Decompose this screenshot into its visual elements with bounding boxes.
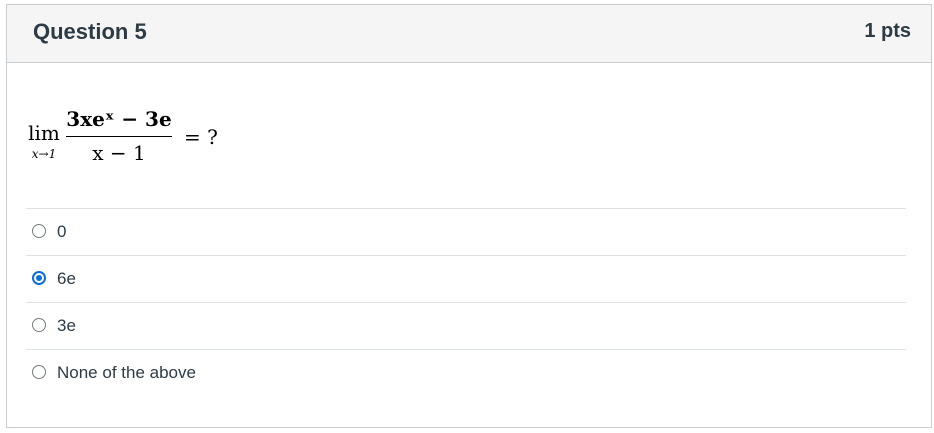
- question-header: Question 5 1 pts: [7, 5, 931, 63]
- fraction-bar: [66, 136, 172, 137]
- fraction: 3xeˣ − 3e x − 1: [66, 104, 172, 165]
- answer-label[interactable]: 3e: [57, 316, 76, 336]
- answer-option[interactable]: None of the above: [26, 349, 906, 396]
- answer-list: 0 6e 3e None of the above: [26, 208, 906, 396]
- formula-rhs: = ?: [184, 125, 218, 149]
- question-formula: lim x→1 3xeˣ − 3e x − 1 = ?: [24, 104, 284, 176]
- answer-label[interactable]: 0: [57, 222, 66, 242]
- fraction-denominator: x − 1: [92, 141, 146, 165]
- question-title: Question 5: [33, 19, 147, 44]
- radio-button[interactable]: [32, 365, 46, 379]
- limit-subscript: x→1: [31, 147, 57, 161]
- radio-button[interactable]: [32, 271, 46, 285]
- answer-option[interactable]: 6e: [26, 255, 906, 302]
- answer-option[interactable]: 3e: [26, 302, 906, 349]
- question-points: 1 pts: [864, 20, 911, 42]
- limit-operator: lim x→1: [24, 122, 64, 162]
- radio-button[interactable]: [32, 318, 46, 332]
- limit-word: lim: [28, 121, 60, 145]
- answer-option[interactable]: 0: [26, 208, 906, 255]
- fraction-numerator: 3xeˣ − 3e: [66, 107, 172, 131]
- radio-button[interactable]: [32, 224, 46, 238]
- answer-label[interactable]: 6e: [57, 269, 76, 289]
- answer-label[interactable]: None of the above: [57, 363, 196, 383]
